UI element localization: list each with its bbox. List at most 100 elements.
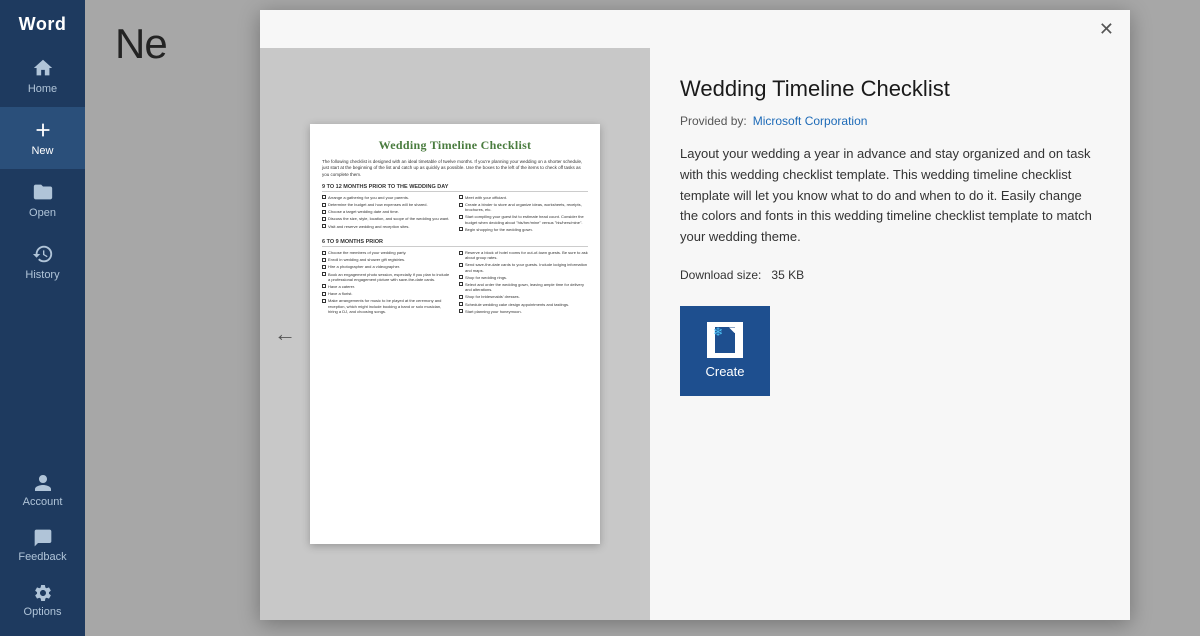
template-item: Arrange a gathering for you and your par…: [322, 195, 451, 200]
sidebar-item-new-label: New: [31, 145, 53, 157]
create-button-label: Create: [705, 364, 744, 379]
template-item: Create a binder to store and organize id…: [459, 202, 588, 212]
checkbox-icon: [459, 302, 463, 306]
preview-prev-button[interactable]: ←: [266, 313, 304, 355]
checkbox-icon: [322, 251, 326, 255]
checkbox-icon: [459, 203, 463, 207]
provider-label: Provided by:: [680, 114, 747, 128]
checkbox-icon: [322, 210, 326, 214]
checkbox-icon: [459, 309, 463, 313]
preview-section-2-cols: Choose the members of your wedding party…: [322, 250, 588, 316]
download-size-value: 35 KB: [771, 268, 804, 282]
sidebar-item-open[interactable]: Open: [0, 169, 85, 231]
sidebar-item-new[interactable]: New: [0, 107, 85, 169]
preview-section-1-title: 9 TO 12 MONTHS PRIOR TO THE WEDDING DAY: [322, 184, 588, 192]
preview-section-2-left: Choose the members of your wedding party…: [322, 250, 451, 316]
template-modal: ✕ ← Wedding Timeline Checklist The follo…: [260, 10, 1130, 620]
checkbox-icon: [322, 265, 326, 269]
checkbox-icon: [322, 258, 326, 262]
template-description: Layout your wedding a year in advance an…: [680, 144, 1100, 248]
checkbox-icon: [459, 275, 463, 279]
new-icon: [32, 119, 54, 141]
sidebar-item-open-label: Open: [29, 207, 56, 219]
checkbox-icon: [322, 299, 326, 303]
feedback-icon: [33, 528, 53, 548]
template-item: Select and order the wedding gown, leavi…: [459, 282, 588, 292]
sidebar-item-history-label: History: [25, 269, 59, 281]
preview-section-2-right: Reserve a block of hotel rooms for out-o…: [459, 250, 588, 316]
template-item: Enroll in wedding and shower gift regist…: [322, 257, 451, 262]
checkbox-icon: [322, 203, 326, 207]
checkbox-icon: [459, 282, 463, 286]
sidebar-item-account-label: Account: [23, 496, 63, 508]
document-icon: ❄: [715, 327, 735, 353]
checkbox-icon: [322, 217, 326, 221]
sidebar-item-history[interactable]: History: [0, 231, 85, 293]
template-item: Visit and reserve wedding and reception …: [322, 224, 451, 229]
history-icon: [32, 243, 54, 265]
template-item: Choose a target wedding date and time.: [322, 209, 451, 214]
template-item: Schedule wedding cake design appointment…: [459, 302, 588, 307]
template-title: Wedding Timeline Checklist: [680, 76, 1100, 102]
preview-section-2-title: 6 TO 9 MONTHS PRIOR: [322, 239, 588, 247]
template-item: Book an engagement photo session, especi…: [322, 272, 451, 282]
provider-info: Provided by: Microsoft Corporation: [680, 114, 1100, 128]
checkbox-icon: [322, 284, 326, 288]
sidebar-item-feedback-label: Feedback: [18, 551, 66, 563]
sidebar-nav: Home New Open History: [0, 45, 85, 463]
checkbox-icon: [459, 251, 463, 255]
template-item: Have a florist.: [322, 291, 451, 296]
checkbox-icon: [459, 227, 463, 231]
checkbox-icon: [322, 292, 326, 296]
sidebar-item-options[interactable]: Options: [0, 573, 85, 628]
template-item: Hire a photographer and a videographer.: [322, 264, 451, 269]
sidebar-item-home[interactable]: Home: [0, 45, 85, 107]
preview-panel: ← Wedding Timeline Checklist The followi…: [260, 48, 650, 620]
modal-body: ← Wedding Timeline Checklist The followi…: [260, 48, 1130, 620]
sidebar: Word Home New Open History Account Feedb…: [0, 0, 85, 636]
checkbox-icon: [459, 215, 463, 219]
checkbox-icon: [459, 195, 463, 199]
preview-doc-title: Wedding Timeline Checklist: [322, 138, 588, 153]
sidebar-item-home-label: Home: [28, 83, 57, 95]
download-label: Download size:: [680, 268, 761, 282]
sidebar-item-options-label: Options: [24, 606, 62, 618]
checkbox-icon: [459, 295, 463, 299]
template-preview-document: Wedding Timeline Checklist The following…: [310, 124, 600, 544]
create-button-icon: ❄: [707, 322, 743, 358]
template-item: Reserve a block of hotel rooms for out-o…: [459, 250, 588, 260]
options-icon: [33, 583, 53, 603]
main-content: Ne ✕ ← Wedding Timeline Checklist The fo…: [85, 0, 1200, 636]
template-item: Start compiling your guest list to estim…: [459, 214, 588, 224]
account-icon: [33, 473, 53, 493]
modal-header: ✕: [260, 10, 1130, 48]
template-item: Start planning your honeymoon.: [459, 309, 588, 314]
template-item: Discuss the size, style, location, and s…: [322, 216, 451, 221]
snowflake-icon: ❄: [713, 325, 723, 339]
info-panel: Wedding Timeline Checklist Provided by: …: [650, 48, 1130, 620]
template-item: Determine the budget and how expenses wi…: [322, 202, 451, 207]
template-item: Shop for bridesmaids' dresses.: [459, 294, 588, 299]
checkbox-icon: [322, 224, 326, 228]
document-corner: [729, 327, 735, 333]
template-item: Choose the members of your wedding party…: [322, 250, 451, 255]
provider-link[interactable]: Microsoft Corporation: [753, 114, 868, 128]
checkbox-icon: [322, 272, 326, 276]
preview-section-1-cols: Arrange a gathering for you and your par…: [322, 195, 588, 234]
checkbox-icon: [322, 195, 326, 199]
preview-intro: The following checklist is designed with…: [322, 159, 588, 178]
template-item: Make arrangements for music to be played…: [322, 298, 451, 314]
open-icon: [32, 181, 54, 203]
template-item: Begin shopping for the wedding gown.: [459, 227, 588, 232]
preview-section-1-right: Meet with your officiant. Create a binde…: [459, 195, 588, 234]
template-item: Send save-the-date cards to your guests.…: [459, 262, 588, 272]
preview-section-1-left: Arrange a gathering for you and your par…: [322, 195, 451, 234]
sidebar-item-feedback[interactable]: Feedback: [0, 518, 85, 573]
sidebar-bottom: Account Feedback Options: [0, 463, 85, 628]
template-item: Have a caterer.: [322, 284, 451, 289]
template-item: Shop for wedding rings.: [459, 275, 588, 280]
create-button[interactable]: ❄ Create: [680, 306, 770, 396]
modal-close-button[interactable]: ✕: [1093, 18, 1120, 40]
app-name: Word: [19, 0, 67, 45]
sidebar-item-account[interactable]: Account: [0, 463, 85, 518]
